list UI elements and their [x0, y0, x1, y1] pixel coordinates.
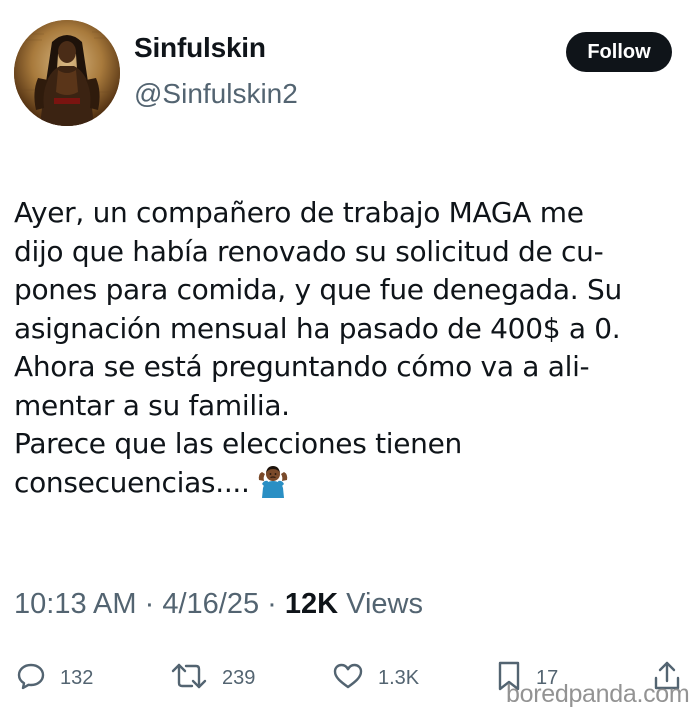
tweet-line: asignación mensual ha pasado de 400$ a 0… [14, 311, 621, 345]
avatar-image [14, 20, 120, 126]
user-handle[interactable]: @Sinfulskin2 [134, 78, 298, 110]
reply-icon [16, 661, 46, 696]
like-count: 1.3K [378, 666, 420, 689]
tweet-date[interactable]: 4/16/25 [162, 588, 259, 620]
boredpanda-watermark: boredpanda.com [506, 680, 690, 708]
like-button[interactable]: 1.3K [332, 658, 419, 698]
tweet-line: dijo que había renovado su solicitud de … [14, 234, 604, 268]
reply-button[interactable]: 132 [16, 658, 93, 698]
reply-count: 132 [60, 666, 94, 689]
tweet-line: Ayer, un compañero de trabajo MAGA me [14, 196, 584, 229]
views-count: 12K [284, 588, 339, 620]
avatar[interactable] [14, 20, 120, 126]
heart-icon [332, 661, 364, 696]
tweet-meta: 10:13 AM · 4/16/25 · 12K Views [14, 588, 423, 621]
tweet-line: mentar a su familia. [14, 388, 290, 422]
views-label: Views [346, 588, 423, 620]
tweet-line-last: consecuencias.... [14, 464, 694, 509]
tweet-line: pones para comida, y que fue denegada. S… [14, 273, 622, 306]
follow-button[interactable]: Follow [566, 32, 672, 72]
tweet-line: Parece que las elecciones tienen [14, 427, 462, 460]
tweet-text: Ayer, un compañero de trabajo MAGA me di… [14, 194, 694, 508]
repost-button[interactable]: 239 [170, 658, 255, 698]
repost-icon [170, 661, 208, 696]
display-name[interactable]: Sinfulskin [134, 32, 266, 64]
repost-count: 239 [222, 666, 256, 689]
tweet-line: Ahora se está preguntando cómo va a ali- [14, 350, 590, 383]
tweet-time[interactable]: 10:13 AM [14, 588, 137, 620]
shrug-emoji-icon [256, 464, 290, 509]
tweet-line-text: consecuencias.... [14, 465, 250, 499]
meta-separator: · [267, 588, 277, 620]
meta-separator: · [144, 588, 155, 620]
